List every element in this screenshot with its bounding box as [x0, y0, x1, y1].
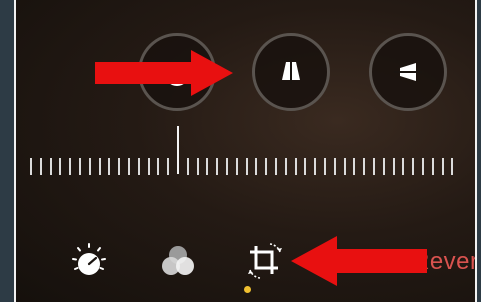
slider-tick [304, 158, 307, 175]
adjust-tool-button[interactable] [66, 240, 112, 286]
slider-tick [147, 158, 150, 175]
slider-tick [79, 158, 81, 175]
slider-tick [373, 158, 375, 175]
slider-tick [333, 158, 336, 175]
slider-tick [451, 158, 454, 175]
slider-center-tick [177, 126, 179, 174]
slider-tick [255, 158, 258, 175]
horizontal-perspective-button[interactable] [369, 33, 447, 111]
slider-tick [265, 158, 268, 175]
slider-tick [39, 158, 42, 175]
slider-tick [412, 158, 415, 175]
slider-tick [206, 158, 209, 175]
left-arrow-icon [289, 236, 429, 291]
slider-tick [216, 158, 219, 175]
slider-tick [402, 158, 405, 175]
slider-tick [382, 158, 385, 175]
slider-tick [157, 158, 160, 175]
slider-tick [363, 158, 366, 175]
straighten-slider[interactable] [30, 126, 460, 180]
slider-tick [118, 158, 121, 175]
slider-tick [69, 158, 72, 175]
slider-tick [314, 158, 317, 175]
slider-tick [88, 158, 91, 175]
slider-tick [324, 158, 326, 175]
horizontal-perspective-icon [388, 52, 428, 92]
slider-tick [226, 158, 228, 175]
slider-tick [294, 158, 297, 175]
slider-tick [196, 158, 199, 175]
slider-tick [30, 158, 32, 175]
vertical-perspective-icon [271, 52, 311, 92]
selected-tool-indicator [244, 286, 251, 293]
slider-tick [167, 158, 170, 175]
filters-tool-button[interactable] [155, 240, 201, 286]
crop-rotate-icon [244, 240, 286, 287]
adjust-dial-icon [69, 241, 109, 286]
slider-tick [98, 158, 101, 175]
slider-tick [284, 158, 287, 175]
slider-tick [49, 158, 52, 175]
slider-tick [245, 158, 248, 175]
slider-tick [392, 158, 395, 175]
slider-tick [59, 158, 62, 175]
slider-tick [137, 158, 140, 175]
slider-tick [128, 158, 130, 175]
slider-tick [275, 158, 277, 175]
slider-tick [108, 158, 111, 175]
slider-tick [422, 158, 424, 175]
slider-tick [343, 158, 346, 175]
slider-tick [353, 158, 356, 175]
crop-tool-button[interactable] [242, 240, 288, 286]
filters-icon [156, 241, 200, 286]
slider-tick [431, 158, 434, 175]
vertical-perspective-button[interactable] [252, 33, 330, 111]
slider-tick [441, 158, 444, 175]
slider-tick [235, 158, 238, 175]
right-arrow-icon [95, 50, 235, 101]
slider-tick [186, 158, 189, 175]
